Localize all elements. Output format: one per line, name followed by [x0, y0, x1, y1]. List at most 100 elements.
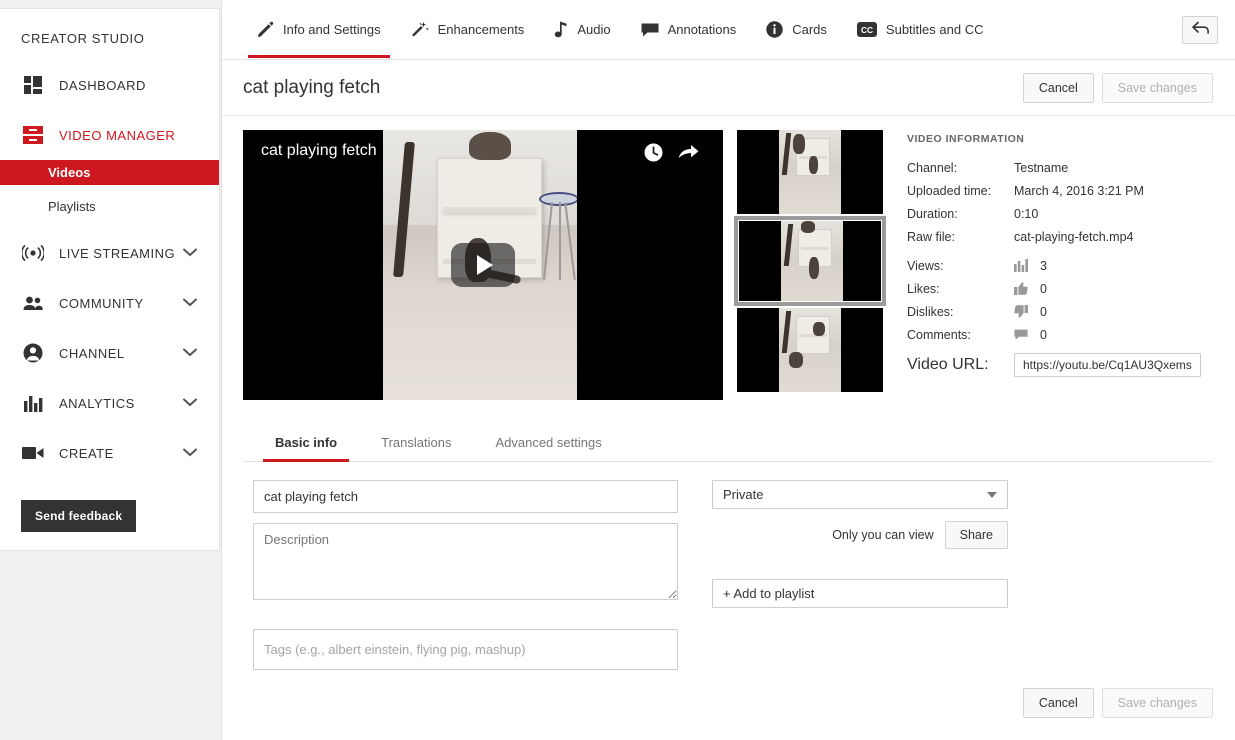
info-label: Views: [907, 259, 1014, 273]
sidebar-item-label: DASHBOARD [59, 78, 146, 93]
info-label: Uploaded time: [907, 184, 1014, 198]
tab-annotations[interactable]: Annotations [626, 0, 752, 58]
video-player[interactable]: cat playing fetch [243, 130, 723, 400]
feedback-section: Send feedback [0, 478, 219, 538]
sidebar-subitem-playlists[interactable]: Playlists [0, 194, 219, 218]
chevron-down-icon[interactable] [183, 444, 197, 462]
tab-info-and-settings[interactable]: Info and Settings [242, 0, 396, 58]
thumbnail-option-3[interactable] [737, 308, 883, 392]
sidebar-item-community[interactable]: COMMUNITY [0, 278, 219, 328]
video-information-panel: VIDEO INFORMATION Channel: Testname Uplo… [907, 130, 1213, 400]
sidebar-item-dashboard[interactable]: DASHBOARD [0, 60, 219, 110]
sidebar-subitem-videos[interactable]: Videos [0, 160, 219, 185]
share-button[interactable]: Share [945, 521, 1008, 549]
add-to-playlist-label: + Add to playlist [723, 586, 814, 601]
subtab-basic-info[interactable]: Basic info [253, 426, 359, 461]
stool [539, 192, 577, 277]
subtab-translations[interactable]: Translations [359, 426, 473, 461]
tab-audio[interactable]: Audio [539, 0, 625, 58]
svg-text:CC: CC [861, 25, 873, 35]
tab-label: Audio [577, 22, 610, 37]
pencil-icon [257, 21, 274, 38]
chevron-down-icon[interactable] [183, 344, 197, 362]
info-value: Testname [1014, 161, 1068, 175]
tab-label: Subtitles and CC [886, 22, 984, 37]
info-label: Likes: [907, 282, 1014, 296]
tab-label: Enhancements [438, 22, 525, 37]
add-to-playlist-button[interactable]: + Add to playlist [712, 579, 1008, 608]
share-row: Only you can view Share [712, 521, 1008, 549]
form-left-column [253, 480, 678, 670]
comment-icon [1014, 329, 1040, 341]
page-title: cat playing fetch [243, 77, 380, 99]
subtab-label: Advanced settings [495, 435, 601, 450]
tab-enhancements[interactable]: Enhancements [396, 0, 540, 58]
cancel-button[interactable]: Cancel [1023, 73, 1094, 103]
chevron-down-icon[interactable] [183, 294, 197, 312]
tab-subtitles-and-cc[interactable]: CC Subtitles and CC [842, 0, 999, 58]
thumbnail-option-1[interactable] [737, 130, 883, 214]
info-value: March 4, 2016 3:21 PM [1014, 184, 1144, 198]
video-information-heading: VIDEO INFORMATION [907, 133, 1213, 145]
speech-bubble-icon [641, 22, 659, 37]
thumb-down-icon [1014, 305, 1040, 318]
video-description-input[interactable] [253, 523, 678, 600]
sidebar-item-label: VIDEO MANAGER [59, 128, 175, 143]
sidebar-item-analytics[interactable]: ANALYTICS [0, 378, 219, 428]
cancel-button-footer[interactable]: Cancel [1023, 688, 1094, 718]
main-panel: Info and Settings Enhancements [221, 0, 1235, 740]
music-note-icon [554, 21, 568, 38]
info-row-views: Views: 3 [907, 254, 1213, 277]
info-circle-icon [766, 21, 783, 38]
info-value: 0:10 [1014, 207, 1038, 221]
video-url-field[interactable]: https://youtu.be/Cq1AU3Qxems [1014, 353, 1201, 377]
chevron-down-icon[interactable] [183, 244, 197, 262]
save-changes-button: Save changes [1102, 73, 1213, 103]
info-row-raw-file: Raw file: cat-playing-fetch.mp4 [907, 225, 1213, 248]
info-row-video-url: Video URL: https://youtu.be/Cq1AU3Qxems [907, 352, 1213, 378]
play-icon[interactable] [451, 243, 515, 287]
send-feedback-button[interactable]: Send feedback [21, 500, 136, 532]
sidebar-item-video-manager[interactable]: VIDEO MANAGER [0, 110, 219, 160]
tab-label: Annotations [668, 22, 737, 37]
sidebar-item-label: LIVE STREAMING [59, 246, 175, 261]
info-label: Channel: [907, 161, 1014, 175]
video-title-input[interactable] [253, 480, 678, 513]
sidebar-item-label: ANALYTICS [59, 396, 135, 411]
community-icon [21, 291, 45, 315]
analytics-icon [21, 391, 45, 415]
content-area: cat playing fetch [222, 116, 1235, 670]
tab-cards[interactable]: Cards [751, 0, 842, 58]
settings-subtabs: Basic info Translations Advanced setting… [243, 426, 1213, 462]
thumbnail-option-2[interactable] [737, 219, 883, 303]
header-actions: Cancel Save changes [1023, 73, 1213, 103]
sidebar-subitem-label: Playlists [48, 199, 96, 214]
chevron-down-icon[interactable] [183, 394, 197, 412]
share-arrow-icon[interactable] [678, 143, 699, 167]
cc-icon: CC [857, 22, 877, 37]
thumb-up-icon [1014, 282, 1040, 295]
basic-info-form: Private Only you can view Share + Add to… [243, 462, 1213, 670]
info-row-comments: Comments: 0 [907, 323, 1213, 346]
privacy-select[interactable]: Private [712, 480, 1008, 509]
dashboard-icon [21, 73, 45, 97]
sidebar-subitem-label: Videos [48, 165, 90, 180]
player-overlay-title: cat playing fetch [261, 142, 377, 160]
save-changes-button-footer: Save changes [1102, 688, 1213, 718]
info-label: Video URL: [907, 356, 1014, 374]
video-title-bar: cat playing fetch Cancel Save changes [222, 60, 1235, 116]
sidebar: CREATOR STUDIO DASHBOARD VIDEO MANAGER V… [0, 0, 221, 740]
subtab-advanced-settings[interactable]: Advanced settings [473, 426, 623, 461]
sidebar-item-create[interactable]: CREATE [0, 428, 219, 478]
thumbnail-strip [737, 130, 883, 400]
sidebar-item-label: COMMUNITY [59, 296, 144, 311]
video-tags-input[interactable] [253, 629, 678, 670]
info-row-uploaded-time: Uploaded time: March 4, 2016 3:21 PM [907, 179, 1213, 202]
back-button[interactable] [1182, 16, 1218, 44]
clock-icon[interactable] [644, 143, 663, 167]
sidebar-item-channel[interactable]: CHANNEL [0, 328, 219, 378]
player-overlay-actions [644, 143, 699, 167]
sidebar-item-live-streaming[interactable]: LIVE STREAMING [0, 228, 219, 278]
subtab-label: Translations [381, 435, 451, 450]
info-value: cat-playing-fetch.mp4 [1014, 230, 1134, 244]
